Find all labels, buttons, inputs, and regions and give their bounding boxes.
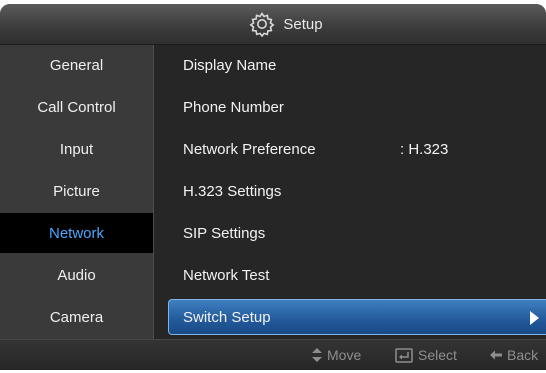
menu-item-sip-settings[interactable]: SIP Settings bbox=[154, 213, 546, 253]
hint-label: Select bbox=[418, 347, 457, 363]
play-arrow-icon bbox=[530, 311, 539, 325]
menu-item-display-name[interactable]: Display Name bbox=[154, 45, 546, 85]
menu-item-network-test[interactable]: Network Test bbox=[154, 255, 546, 295]
sidebar-item-call-control[interactable]: Call Control bbox=[0, 87, 153, 127]
sidebar-item-label: Call Control bbox=[37, 98, 116, 116]
hint-label: Back bbox=[507, 347, 539, 363]
sidebar-item-camera[interactable]: Camera bbox=[0, 297, 153, 337]
menu-item-label: H.323 Settings bbox=[183, 182, 282, 200]
hint-back: Back bbox=[490, 347, 538, 363]
hint-select: Select bbox=[395, 347, 457, 363]
menu-item-label: Network Test bbox=[183, 266, 270, 284]
sidebar-item-label: Input bbox=[59, 140, 94, 158]
hint-move: Move bbox=[312, 347, 361, 363]
sidebar-item-network[interactable]: Network bbox=[0, 213, 153, 253]
sidebar-item-label: Network bbox=[48, 224, 104, 242]
sidebar-item-audio[interactable]: Audio bbox=[0, 255, 153, 295]
sidebar-item-label: Camera bbox=[49, 308, 104, 326]
back-arrow-icon bbox=[490, 350, 502, 360]
screen-frame: Setup General Call Control Input Picture… bbox=[0, 0, 546, 373]
hint-label: Move bbox=[327, 347, 362, 363]
sidebar-item-picture[interactable]: Picture bbox=[0, 171, 153, 211]
up-down-arrow-icon bbox=[312, 348, 322, 362]
network-preference-value: : H.323 bbox=[400, 140, 449, 158]
sidebar-item-input[interactable]: Input bbox=[0, 129, 153, 169]
menu-item-label: SIP Settings bbox=[183, 224, 266, 242]
menu-item-phone-number[interactable]: Phone Number bbox=[154, 87, 546, 127]
enter-key-icon bbox=[395, 347, 413, 363]
network-menu: Display Name Phone Number Network Prefer… bbox=[154, 45, 546, 339]
menu-item-label: Phone Number bbox=[183, 98, 284, 116]
sidebar-item-general[interactable]: General bbox=[0, 45, 153, 85]
window-title: Setup bbox=[283, 15, 323, 33]
menu-item-label: Display Name bbox=[183, 56, 277, 74]
setup-screen: Setup General Call Control Input Picture… bbox=[0, 4, 546, 370]
menu-item-switch-setup[interactable]: Switch Setup bbox=[168, 299, 546, 335]
title-group: Setup bbox=[249, 11, 323, 37]
sidebar-item-label: Picture bbox=[53, 182, 100, 200]
menu-item-network-preference[interactable]: Network Preference : H.323 bbox=[154, 129, 546, 169]
sidebar-item-label: General bbox=[49, 56, 104, 74]
menu-item-h323-settings[interactable]: H.323 Settings bbox=[154, 171, 546, 211]
sidebar-item-label: Audio bbox=[57, 266, 96, 284]
hint-bar: Move Select Back bbox=[0, 339, 546, 370]
title-bar: Setup bbox=[0, 4, 546, 45]
menu-item-label: Switch Setup bbox=[183, 308, 271, 326]
gear-icon bbox=[249, 12, 275, 37]
sidebar: General Call Control Input Picture Netwo… bbox=[0, 45, 154, 339]
menu-item-label: Network Preference bbox=[183, 140, 316, 158]
